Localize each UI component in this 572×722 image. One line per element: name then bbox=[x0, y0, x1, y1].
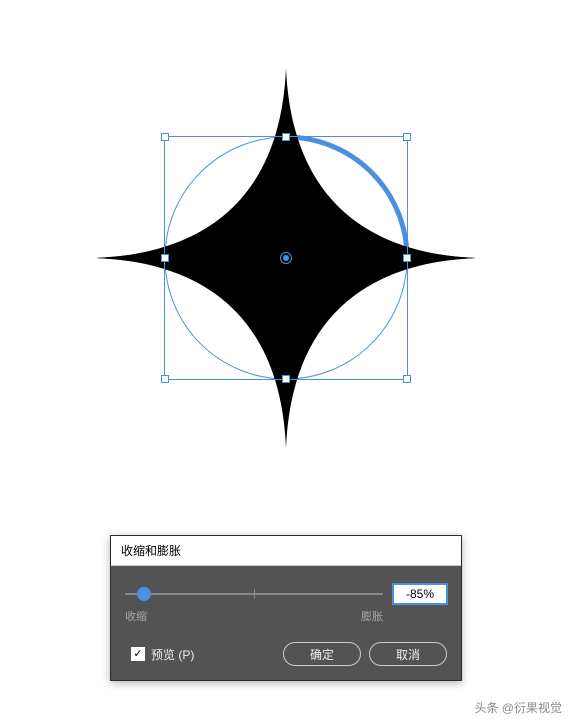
amount-slider[interactable] bbox=[125, 584, 383, 604]
amount-input[interactable] bbox=[393, 584, 447, 604]
preview-label: 预览 (P) bbox=[151, 646, 194, 663]
expand-label: 膨胀 bbox=[361, 608, 383, 624]
slider-line bbox=[125, 593, 383, 595]
slider-labels: 收缩 膨胀 bbox=[125, 608, 447, 624]
slider-center-tick bbox=[254, 589, 255, 599]
dialog-body: 收缩 膨胀 ✓ 预览 (P) 确定 取消 bbox=[111, 566, 461, 680]
slider-thumb[interactable] bbox=[137, 587, 151, 601]
ok-button[interactable]: 确定 bbox=[283, 642, 361, 666]
dialog-bottom-row: ✓ 预览 (P) 确定 取消 bbox=[125, 642, 447, 666]
canvas-area[interactable] bbox=[0, 0, 572, 520]
puckered-star-shape[interactable] bbox=[96, 68, 476, 448]
shrink-label: 收缩 bbox=[125, 608, 147, 624]
dialog-button-group: 确定 取消 bbox=[283, 642, 447, 666]
watermark-text: 头条 @衍果视觉 bbox=[474, 699, 562, 716]
pucker-bloat-dialog: 收缩和膨胀 收缩 膨胀 ✓ 预览 (P) 确定 取消 bbox=[110, 535, 462, 681]
slider-row bbox=[125, 584, 447, 604]
cancel-button[interactable]: 取消 bbox=[369, 642, 447, 666]
check-icon: ✓ bbox=[131, 647, 145, 661]
dialog-title: 收缩和膨胀 bbox=[111, 536, 461, 566]
preview-checkbox[interactable]: ✓ 预览 (P) bbox=[131, 646, 194, 663]
